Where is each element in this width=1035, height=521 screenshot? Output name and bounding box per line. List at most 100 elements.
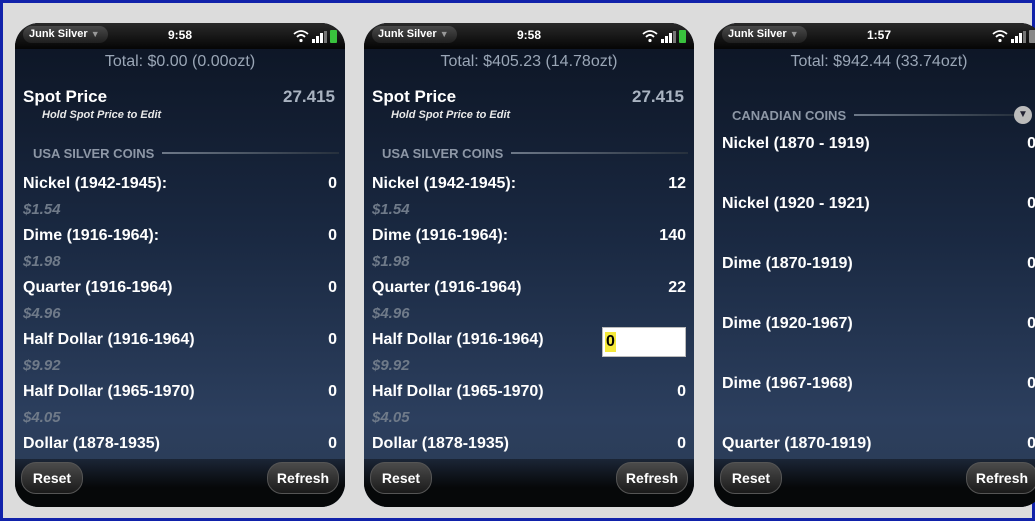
- coin-label: Nickel (1942-1945):: [372, 175, 517, 192]
- spot-price-label[interactable]: Spot Price: [372, 87, 456, 107]
- app-screen: Junk Silver ▼ 9:58 Total: $405.23 (14.78o…: [364, 23, 694, 507]
- coin-row[interactable]: Dime (1916-1964): 0: [23, 227, 337, 247]
- phone-screen-2: Junk Silver ▼ 9:58 Total: $405.23 (14.78o…: [364, 23, 694, 507]
- spot-price-value[interactable]: 27.415: [632, 87, 684, 107]
- coin-row[interactable]: Dime (1967-1968) 0: [722, 375, 1035, 395]
- coin-row[interactable]: Nickel (1942-1945): 0: [23, 175, 337, 195]
- spot-price-value[interactable]: 27.415: [283, 87, 335, 107]
- collapse-arrow-icon[interactable]: ▼: [1014, 106, 1032, 124]
- coin-row[interactable]: Nickel (1942-1945): 12: [372, 175, 686, 195]
- battery-icon: [679, 30, 686, 43]
- quantity-input-field[interactable]: 0: [602, 327, 686, 357]
- coin-value: $1.54: [23, 201, 61, 218]
- coin-label: Nickel (1870 - 1919): [722, 135, 870, 152]
- coin-label: Half Dollar (1916-1964): [23, 331, 195, 348]
- coin-row[interactable]: Nickel (1920 - 1921) 0: [722, 195, 1035, 215]
- command-menu: Reset Refresh: [364, 459, 694, 507]
- coin-row[interactable]: Quarter (1916-1964) 0: [23, 279, 337, 299]
- status-icons: [992, 29, 1035, 43]
- coin-value: $4.05: [23, 409, 61, 426]
- coin-quantity[interactable]: 0: [328, 383, 337, 401]
- coin-quantity[interactable]: 0: [328, 279, 337, 297]
- status-bar: Junk Silver ▼ 9:58: [15, 23, 345, 49]
- wifi-icon: [992, 30, 1008, 43]
- coin-quantity[interactable]: 0: [328, 435, 337, 453]
- coin-label: Dime (1967-1968): [722, 375, 853, 392]
- coin-quantity[interactable]: 0: [328, 331, 337, 349]
- spot-price-label[interactable]: Spot Price: [23, 87, 107, 107]
- refresh-button[interactable]: Refresh: [966, 462, 1035, 494]
- coin-label: Nickel (1920 - 1921): [722, 195, 870, 212]
- reset-button[interactable]: Reset: [21, 462, 83, 494]
- coin-value: $4.05: [372, 409, 410, 426]
- coin-quantity[interactable]: 0: [1027, 195, 1035, 213]
- wifi-icon: [293, 30, 309, 43]
- coin-row[interactable]: Half Dollar (1916-1964) 0: [372, 327, 686, 357]
- coin-quantity[interactable]: 140: [659, 227, 686, 245]
- coin-quantity[interactable]: 0: [328, 227, 337, 245]
- selected-text: 0: [605, 332, 616, 352]
- phone-screen-1: Junk Silver ▼ 9:58 Total: $0.00 (0.00ozt)…: [15, 23, 345, 507]
- coin-value: $1.54: [372, 201, 410, 218]
- section-title: CANADIAN COINS: [732, 107, 847, 123]
- screenshot-frame: Junk Silver ▼ 9:58 Total: $0.00 (0.00ozt)…: [3, 3, 1035, 518]
- signal-icon: [1011, 31, 1026, 43]
- coin-quantity[interactable]: 0: [1027, 135, 1035, 153]
- coin-label: Half Dollar (1916-1964): [372, 331, 544, 348]
- app-screen: Junk Silver ▼ 9:58 Total: $0.00 (0.00ozt)…: [15, 23, 345, 507]
- coin-value: $1.98: [372, 253, 410, 270]
- status-icons: [642, 29, 686, 43]
- coin-quantity[interactable]: 22: [668, 279, 686, 297]
- status-icons: [293, 29, 337, 43]
- coin-quantity[interactable]: 0: [677, 383, 686, 401]
- coin-label: Nickel (1942-1945):: [23, 175, 168, 192]
- coin-quantity[interactable]: 0: [328, 175, 337, 193]
- coin-row[interactable]: Dime (1870-1919) 0: [722, 255, 1035, 275]
- coin-label: Quarter (1916-1964): [372, 279, 522, 296]
- command-menu: Reset Refresh: [15, 459, 345, 507]
- coin-row[interactable]: Dollar (1878-1935) 0: [372, 435, 686, 455]
- reset-button[interactable]: Reset: [370, 462, 432, 494]
- coin-row[interactable]: Half Dollar (1965-1970) 0: [23, 383, 337, 403]
- section-divider: CANADIAN COINS ▼: [732, 106, 1035, 124]
- coin-value: $9.92: [23, 357, 61, 374]
- coin-label: Dime (1916-1964):: [372, 227, 509, 244]
- total-display: Total: $405.23 (14.78ozt): [440, 53, 618, 70]
- coin-value: $4.96: [23, 305, 61, 322]
- refresh-button[interactable]: Refresh: [616, 462, 688, 494]
- spot-price-hint: Hold Spot Price to Edit: [42, 109, 162, 121]
- coin-quantity[interactable]: 12: [668, 175, 686, 193]
- coin-row[interactable]: Quarter (1916-1964) 22: [372, 279, 686, 299]
- phone-screen-3: Junk Silver ▼ 1:57 Total: $942.44 (33.74o…: [714, 23, 1035, 507]
- coin-row[interactable]: Quarter (1870-1919) 0: [722, 435, 1035, 455]
- coin-quantity[interactable]: 0: [1027, 255, 1035, 273]
- signal-icon: [661, 31, 676, 43]
- coin-label: Dollar (1878-1935): [23, 435, 160, 452]
- coin-quantity[interactable]: 0: [677, 435, 686, 453]
- coin-label: Quarter (1916-1964): [23, 279, 173, 296]
- app-screen: Junk Silver ▼ 1:57 Total: $942.44 (33.74o…: [714, 23, 1035, 507]
- coin-row[interactable]: Dime (1916-1964): 140: [372, 227, 686, 247]
- refresh-button[interactable]: Refresh: [267, 462, 339, 494]
- coin-label: Half Dollar (1965-1970): [372, 383, 544, 400]
- coin-quantity[interactable]: 0: [1027, 375, 1035, 393]
- coin-label: Dime (1920-1967): [722, 315, 853, 332]
- section-divider: USA SILVER COINS: [33, 145, 339, 161]
- coin-row[interactable]: Nickel (1870 - 1919) 0: [722, 135, 1035, 155]
- reset-button[interactable]: Reset: [720, 462, 782, 494]
- section-title: USA SILVER COINS: [33, 145, 155, 161]
- coin-label: Dollar (1878-1935): [372, 435, 509, 452]
- total-display: Total: $942.44 (33.74ozt): [790, 53, 968, 70]
- signal-icon: [312, 31, 327, 43]
- coin-row[interactable]: Half Dollar (1965-1970) 0: [372, 383, 686, 403]
- status-bar: Junk Silver ▼ 1:57: [714, 23, 1035, 49]
- coin-label: Half Dollar (1965-1970): [23, 383, 195, 400]
- coin-value: $9.92: [372, 357, 410, 374]
- coin-row[interactable]: Dime (1920-1967) 0: [722, 315, 1035, 335]
- spot-price-hint: Hold Spot Price to Edit: [391, 109, 511, 121]
- coin-value: $4.96: [372, 305, 410, 322]
- coin-quantity[interactable]: 0: [1027, 315, 1035, 333]
- coin-row[interactable]: Dollar (1878-1935) 0: [23, 435, 337, 455]
- coin-quantity[interactable]: 0: [1027, 435, 1035, 453]
- coin-row[interactable]: Half Dollar (1916-1964) 0: [23, 331, 337, 351]
